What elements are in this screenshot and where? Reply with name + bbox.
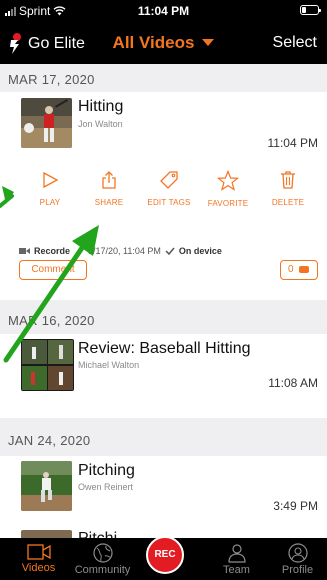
video-time: 11:08 AM — [268, 376, 318, 390]
video-title: Pitchi — [78, 530, 117, 538]
navigation-row: Go Elite All Videos Select — [0, 30, 327, 60]
recorded-info: Recorde 3/17/20, 11:04 PM On device — [19, 246, 222, 256]
video-title: Review: Baseball Hitting — [78, 340, 251, 357]
comment-button[interactable]: Comment — [19, 260, 87, 280]
play-button[interactable]: PLAY — [18, 166, 82, 207]
video-thumbnail — [21, 98, 72, 148]
video-item-hitting[interactable]: Hitting Jon Walton 11:04 PM — [0, 92, 327, 162]
globe-icon — [92, 543, 113, 563]
edit-tags-label: EDIT TAGS — [147, 198, 191, 207]
tab-profile[interactable]: Profile — [265, 538, 327, 576]
status-time: 11:04 PM — [137, 4, 190, 18]
tab-videos[interactable]: Videos — [6, 538, 71, 574]
video-thumbnail — [21, 461, 72, 511]
status-bar: Sprint 11:04 PM — [0, 0, 327, 22]
battery-icon — [300, 5, 321, 15]
video-actions-bar: PLAY SHARE EDIT TAGS FAVORITE DELETE — [0, 166, 327, 226]
video-camera-icon — [26, 544, 51, 560]
video-title: Hitting — [78, 98, 124, 115]
star-icon — [217, 170, 239, 191]
nav-title-label: All Videos — [112, 33, 195, 52]
play-label: PLAY — [39, 198, 61, 207]
video-thumbnail — [21, 339, 74, 391]
video-author: Michael Walton — [78, 360, 140, 370]
checkmark-icon — [165, 247, 175, 255]
edit-tags-button[interactable]: EDIT TAGS — [137, 166, 201, 207]
share-button[interactable]: SHARE — [77, 166, 141, 207]
tab-community[interactable]: Community — [70, 538, 135, 576]
profile-icon — [287, 543, 308, 563]
play-icon — [43, 171, 59, 189]
share-label: SHARE — [94, 198, 124, 207]
chevron-down-icon — [202, 39, 215, 46]
recorded-location: On device — [178, 246, 222, 256]
tab-community-label: Community — [74, 564, 131, 576]
tab-team-label: Team — [223, 564, 250, 576]
favorite-button[interactable]: FAVORITE — [196, 166, 260, 208]
video-author: Owen Reinert — [78, 482, 134, 492]
delete-button[interactable]: DELETE — [256, 166, 320, 207]
section-header-date: MAR 17, 2020 — [0, 64, 327, 92]
select-button[interactable]: Select — [273, 34, 317, 52]
record-button[interactable]: REC — [146, 536, 184, 574]
trash-icon — [281, 171, 295, 189]
video-author: Jon Walton — [78, 119, 123, 129]
video-time: 3:49 PM — [273, 499, 318, 513]
video-thumbnail — [21, 530, 72, 538]
tab-team[interactable]: Team — [204, 538, 269, 576]
delete-label: DELETE — [271, 198, 305, 207]
share-icon — [102, 171, 116, 189]
tag-icon — [160, 171, 178, 189]
recorded-prefix: Recorde — [34, 246, 71, 256]
section-header-date: MAR 16, 2020 — [0, 300, 327, 334]
comment-bubble-icon — [299, 266, 309, 273]
section-header-date: JAN 24, 2020 — [0, 418, 327, 456]
comment-count-button[interactable]: 0 — [280, 260, 318, 280]
video-title: Pitching — [78, 462, 135, 479]
comment-count: 0 — [288, 264, 294, 275]
video-item-pitching[interactable]: Pitching Owen Reinert 3:49 PM — [0, 456, 327, 528]
top-bar: Sprint 11:04 PM Go Elite All Videos Sele… — [0, 0, 327, 64]
favorite-label: FAVORITE — [207, 199, 249, 208]
video-camera-icon — [19, 248, 30, 254]
tab-videos-label: Videos — [21, 562, 56, 574]
video-item-review-baseball-hitting[interactable]: Review: Baseball Hitting Michael Walton … — [0, 334, 327, 418]
recorded-date: 3/17/20, 11:04 PM — [88, 246, 161, 256]
team-icon — [227, 544, 246, 563]
video-time: 11:04 PM — [267, 136, 318, 150]
tab-profile-label: Profile — [281, 564, 314, 576]
